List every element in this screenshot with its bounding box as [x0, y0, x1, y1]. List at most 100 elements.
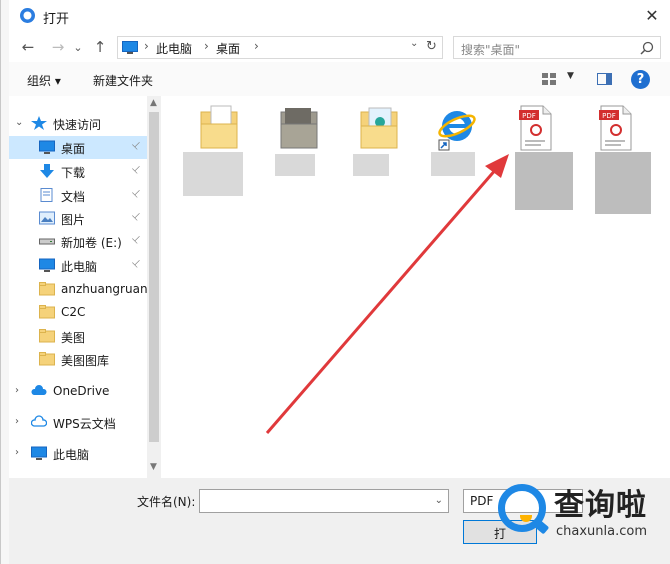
forward-button[interactable]: → — [47, 36, 69, 58]
navigation-bar: ← → ⌄ ↑ › 此电脑 › 桌面 › ⌄ ↻ 搜索"桌面" — [9, 32, 670, 62]
preview-pane-icon[interactable] — [597, 73, 612, 85]
watermark: 查询啦 chaxunla.com — [498, 478, 670, 564]
folder-icon — [39, 305, 55, 319]
picture-icon — [39, 211, 55, 225]
star-icon — [31, 116, 47, 130]
file-list: PDF PDF — [163, 96, 670, 478]
sidebar-item-label: OneDrive — [53, 384, 110, 398]
forward-arrow-icon: → — [51, 38, 65, 56]
app-icon — [20, 8, 35, 23]
new-folder-button[interactable]: 新建文件夹 — [93, 72, 153, 89]
sidebar-item-label: 下载 — [61, 166, 86, 180]
recent-locations-button[interactable]: ⌄ — [67, 36, 89, 58]
cloud-icon — [31, 384, 47, 398]
folder-icon — [39, 352, 55, 366]
computer-icon — [122, 41, 138, 54]
desktop-icon — [39, 140, 55, 154]
pin-icon: ⊥ — [129, 138, 144, 153]
watermark-logo-tail — [532, 518, 550, 535]
breadcrumb-separator: › — [204, 39, 209, 53]
sidebar-item-4[interactable]: 图片 ⊥ — [9, 207, 147, 230]
sidebar-item-3[interactable]: 文档 ⊥ — [9, 184, 147, 207]
filename-label: 文件名(N): — [137, 495, 196, 509]
back-arrow-icon: ← — [21, 38, 35, 56]
sidebar-item-1[interactable]: 桌面 ⊥ — [9, 136, 147, 159]
pin-icon: ⊥ — [129, 232, 144, 247]
window-title: 打开 — [43, 12, 70, 27]
download-icon — [39, 164, 55, 178]
sidebar-item-13[interactable]: › 此电脑 — [9, 442, 147, 465]
chevron-down-icon[interactable]: ⌄ — [15, 117, 23, 128]
search-box[interactable]: 搜索"桌面" — [453, 36, 661, 59]
breadcrumb-separator: › — [144, 39, 149, 53]
pin-icon: ⊥ — [129, 162, 144, 177]
sidebar-item-5[interactable]: 新加卷 (E:) ⊥ — [9, 230, 147, 253]
sidebar-item-6[interactable]: 此电脑 ⊥ — [9, 254, 147, 277]
filename-input[interactable]: ⌄ — [199, 489, 449, 513]
computer-icon — [39, 258, 55, 272]
close-button[interactable]: ✕ — [633, 2, 670, 28]
red-arrow-annotation — [265, 154, 509, 434]
sidebar-item-label: 美图 — [61, 331, 86, 345]
chevron-right-icon[interactable]: › — [15, 447, 19, 458]
up-arrow-icon: ↑ — [93, 38, 107, 56]
sidebar-scrollbar[interactable]: ▲ ▼ — [147, 96, 161, 478]
sidebar-item-7[interactable]: anzhuangruanj — [9, 278, 147, 301]
sidebar-item-9[interactable]: 美图 — [9, 325, 147, 348]
title-bar: 打开 ✕ — [9, 0, 670, 32]
help-icon[interactable]: ? — [631, 70, 650, 89]
close-icon: ✕ — [645, 5, 659, 25]
sidebar-item-label: 快速访问 — [53, 118, 102, 132]
sidebar-item-label: 桌面 — [61, 142, 86, 156]
view-dropdown-icon[interactable]: ▼ — [567, 71, 574, 81]
refresh-icon[interactable]: ↻ — [426, 39, 442, 55]
breadcrumb-this-pc[interactable]: 此电脑 — [156, 40, 192, 57]
sidebar-item-label: 文档 — [61, 190, 86, 204]
document-icon — [39, 188, 55, 202]
sidebar-item-label: WPS云文档 — [53, 417, 116, 431]
view-options-icon[interactable] — [542, 73, 556, 85]
drive-icon — [39, 234, 55, 248]
chevron-right-icon[interactable]: › — [15, 385, 19, 396]
scroll-thumb[interactable] — [149, 112, 159, 442]
sidebar-item-label: 此电脑 — [53, 448, 90, 462]
sidebar-item-label: anzhuangruanj — [61, 282, 147, 296]
open-file-dialog: 打开 ✕ ← → ⌄ ↑ › 此电脑 › 桌面 › ⌄ ↻ 搜索"桌面" 组织 … — [0, 0, 670, 564]
sidebar-item-11[interactable]: › OneDrive — [9, 380, 147, 403]
folder-icon — [39, 282, 55, 296]
pin-icon: ⊥ — [129, 256, 144, 271]
watermark-url: chaxunla.com — [556, 524, 647, 539]
cloud-outline-icon — [30, 415, 48, 429]
address-bar[interactable]: › 此电脑 › 桌面 › ⌄ ↻ — [117, 36, 443, 59]
pin-icon: ⊥ — [129, 186, 144, 201]
breadcrumb-separator: › — [254, 39, 259, 53]
sidebar-item-label: 此电脑 — [61, 260, 98, 274]
watermark-text: 查询啦 — [554, 488, 647, 523]
search-icon — [640, 41, 654, 55]
sidebar-item-label: 新加卷 (E:) — [61, 236, 122, 250]
window-edge — [1, 0, 9, 564]
scroll-up-icon[interactable]: ▲ — [150, 98, 157, 108]
sidebar-item-label: 图片 — [61, 213, 86, 227]
chevron-right-icon[interactable]: › — [15, 416, 19, 427]
sidebar-item-2[interactable]: 下载 ⊥ — [9, 160, 147, 183]
chevron-down-icon: ⌄ — [73, 40, 83, 54]
folder-icon — [39, 329, 55, 343]
sidebar-item-label: 美图图库 — [61, 354, 110, 368]
organize-button[interactable]: 组织 ▾ — [27, 72, 61, 89]
back-button[interactable]: ← — [17, 36, 39, 58]
scroll-down-icon[interactable]: ▼ — [150, 462, 157, 472]
sidebar-item-0[interactable]: ⌄ 快速访问 — [9, 112, 147, 135]
sidebar-item-10[interactable]: 美图图库 — [9, 348, 147, 371]
navigation-pane: ▲ ▼ ⌄ 快速访问桌面 ⊥ 下载 ⊥ 文档 ⊥ 图片 ⊥ 新加卷 (E:) ⊥ 此电脑 ⊥ anzhua… — [9, 96, 161, 478]
breadcrumb-desktop[interactable]: 桌面 — [216, 40, 240, 57]
pin-icon: ⊥ — [129, 209, 144, 224]
sidebar-item-8[interactable]: C2C — [9, 301, 147, 324]
filename-dropdown-icon[interactable]: ⌄ — [435, 495, 443, 506]
sidebar-item-12[interactable]: › WPS云文档 — [9, 411, 147, 434]
up-button[interactable]: ↑ — [89, 36, 111, 58]
computer-icon — [31, 446, 47, 460]
search-placeholder: 搜索"桌面" — [461, 43, 521, 57]
address-dropdown-icon[interactable]: ⌄ — [410, 38, 418, 49]
sidebar-item-label: C2C — [61, 305, 86, 319]
